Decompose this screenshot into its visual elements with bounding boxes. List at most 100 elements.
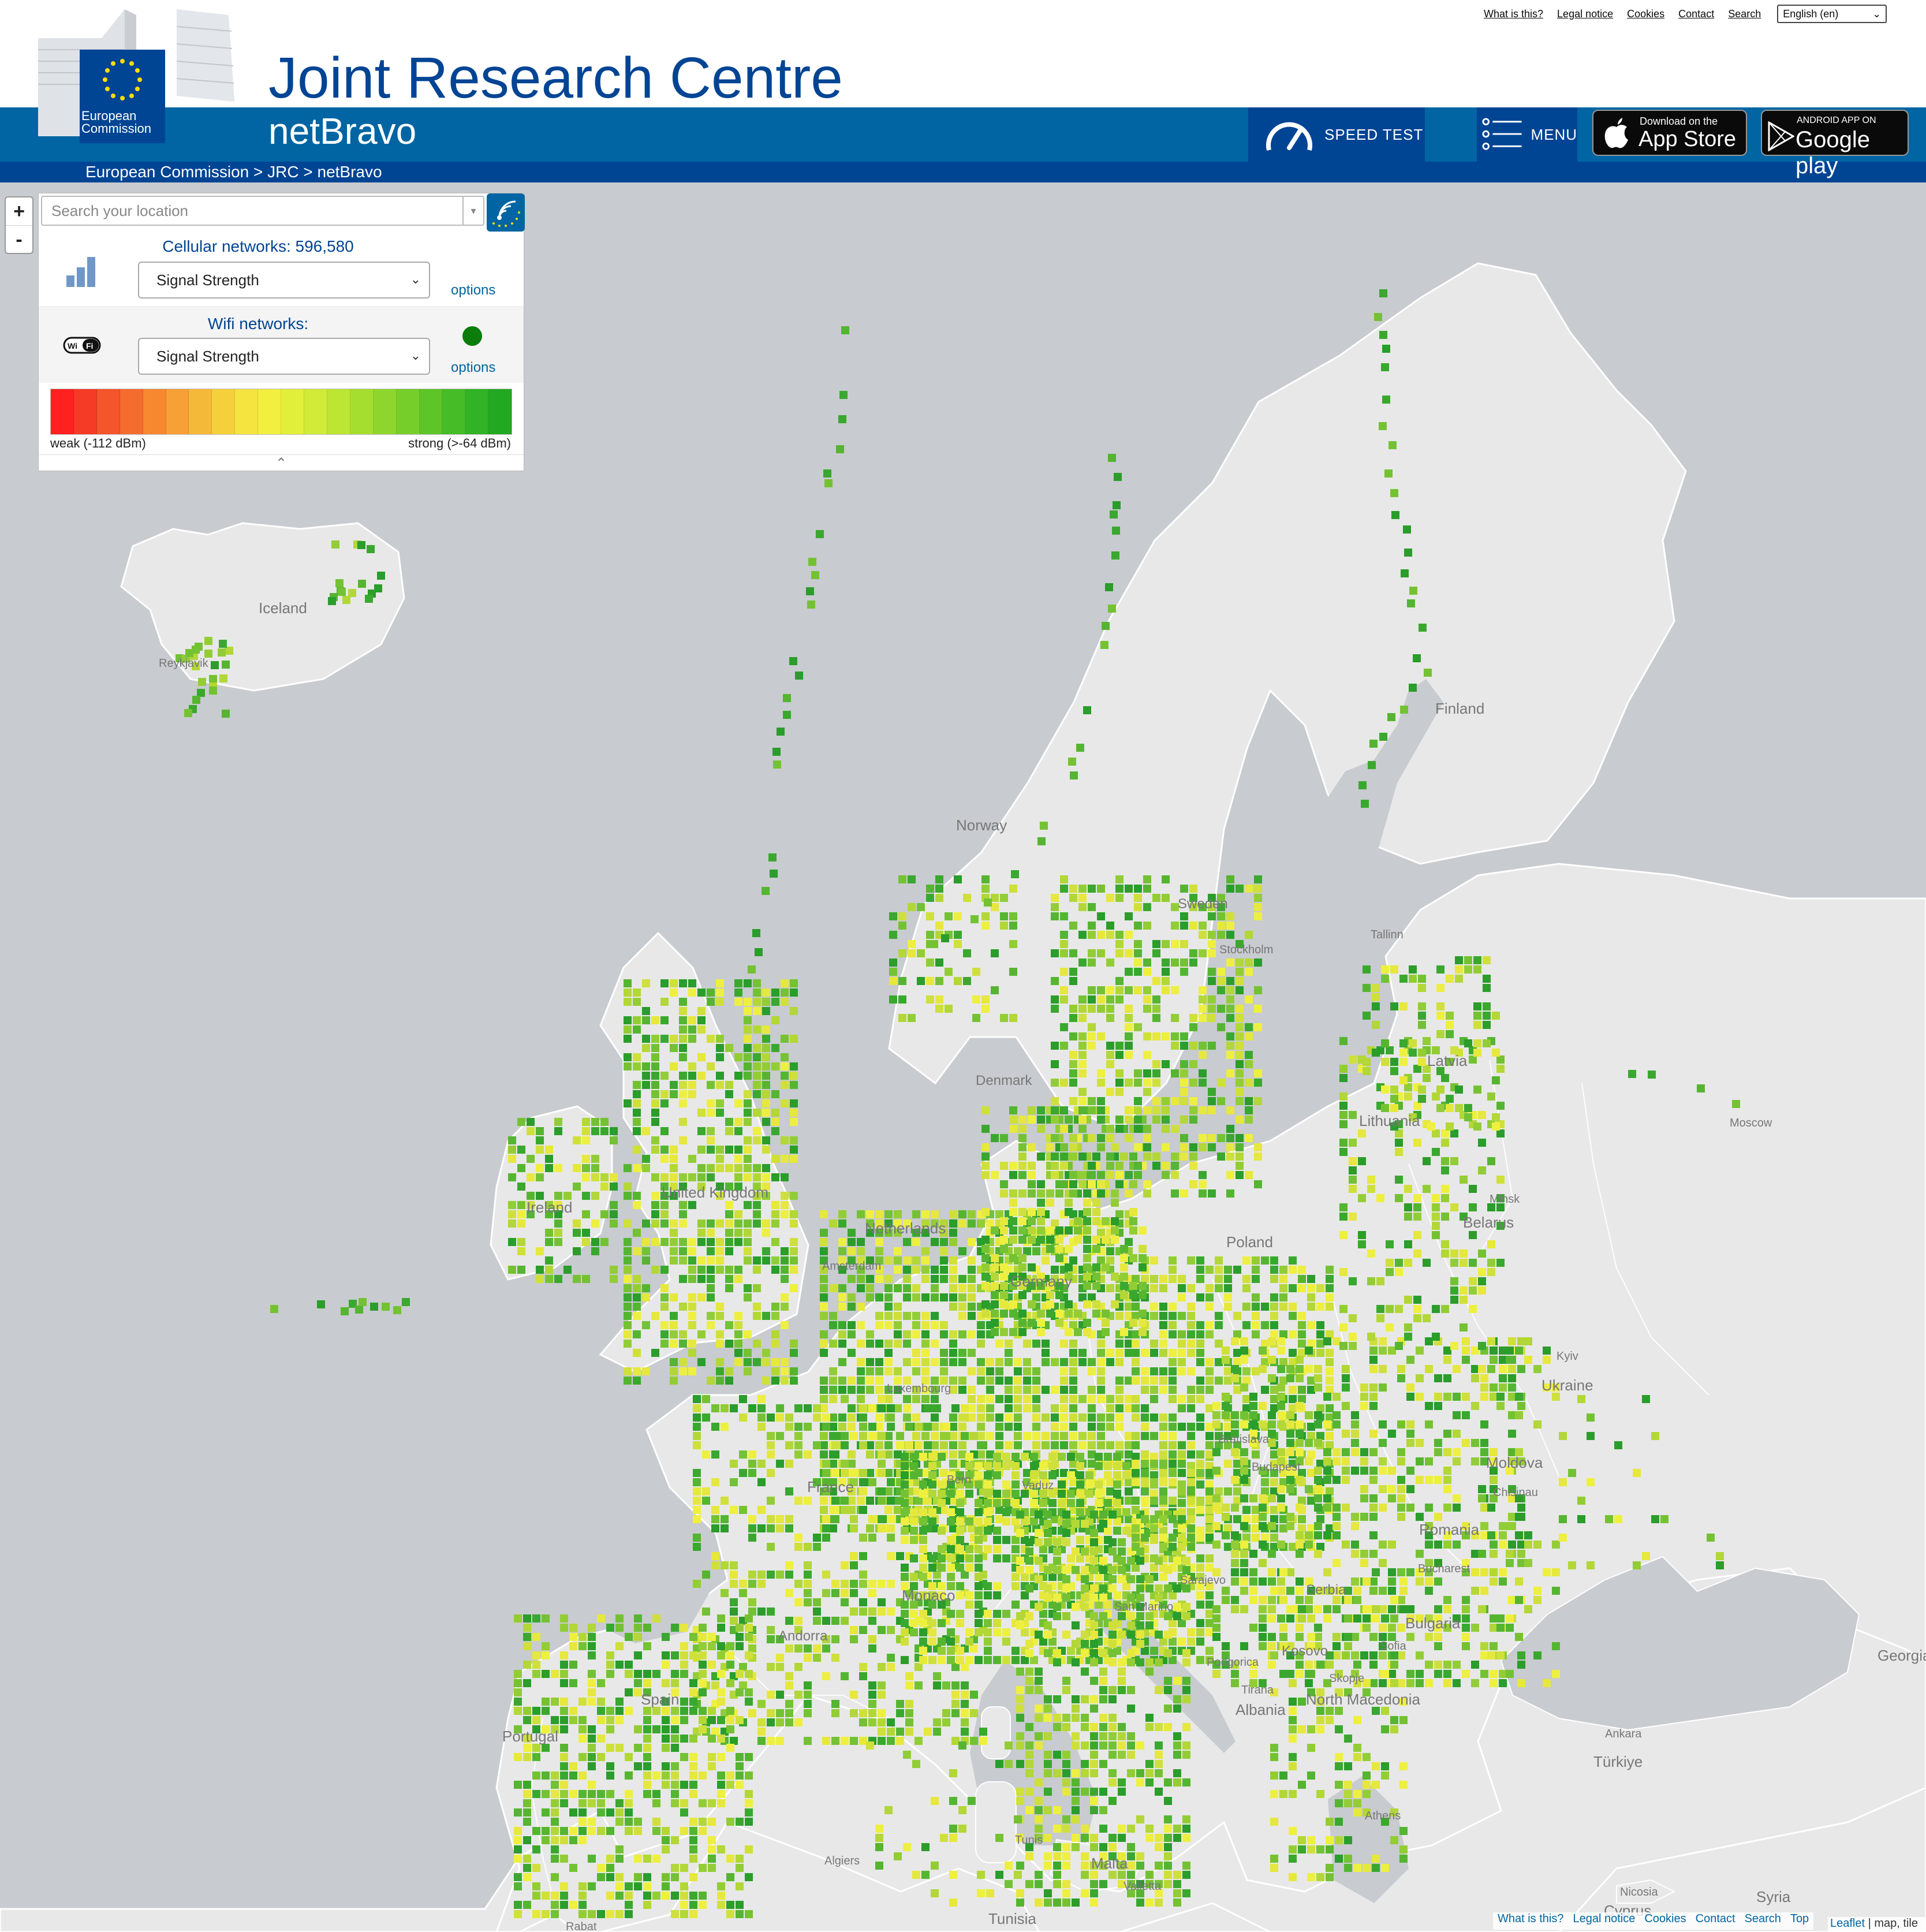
coverage-cell xyxy=(956,1490,964,1498)
coverage-cell xyxy=(1316,1404,1324,1412)
coverage-cell xyxy=(949,1275,957,1283)
coverage-cell xyxy=(1508,1411,1516,1419)
coverage-cell xyxy=(894,1303,902,1311)
coverage-cell xyxy=(878,1626,886,1634)
coverage-cell xyxy=(1471,1457,1479,1465)
coverage-cell xyxy=(1205,1377,1214,1385)
coverage-cell xyxy=(748,1580,756,1588)
coverage-cell xyxy=(776,1571,784,1579)
coverage-cell xyxy=(1118,1677,1126,1685)
coverage-cell xyxy=(921,1312,930,1320)
coverage-cell xyxy=(1009,1217,1017,1225)
speed-test-button[interactable]: SPEED TEST xyxy=(1248,107,1425,162)
coverage-cell xyxy=(745,1688,753,1696)
coverage-cell xyxy=(514,1670,522,1678)
coverage-cell xyxy=(1115,986,1124,994)
app-title[interactable]: netBravo xyxy=(268,110,416,152)
coverage-cell xyxy=(995,1413,1003,1422)
top-link-contact[interactable]: Contact xyxy=(1678,8,1714,20)
coverage-cell xyxy=(578,1892,587,1900)
coverage-cell xyxy=(523,1661,531,1669)
coverage-cell xyxy=(606,1725,614,1733)
coverage-cell xyxy=(767,1543,775,1551)
coverage-cell xyxy=(1115,894,1124,902)
coverage-cell xyxy=(956,1545,964,1553)
coverage-cell xyxy=(1014,1377,1022,1385)
coverage-cell xyxy=(736,1633,744,1641)
coverage-cell xyxy=(991,1282,999,1290)
coverage-cell xyxy=(915,1681,923,1689)
coverage-cell xyxy=(991,1226,999,1234)
top-link-what-is-this[interactable]: What is this? xyxy=(1484,8,1543,20)
coverage-cell xyxy=(615,1808,624,1817)
coverage-cell xyxy=(1178,1469,1186,1477)
coverage-cell xyxy=(956,1527,964,1535)
coverage-cell xyxy=(1069,1386,1077,1394)
coverage-cell xyxy=(1139,1319,1147,1327)
coverage-cell xyxy=(1332,1513,1341,1521)
coverage-cell xyxy=(660,1201,669,1209)
coverage-cell xyxy=(1196,1293,1204,1301)
coverage-cell xyxy=(744,1238,752,1246)
coverage-cell xyxy=(1113,1453,1121,1461)
coverage-cell xyxy=(767,1663,775,1671)
coverage-cell xyxy=(662,1762,670,1770)
coverage-cell xyxy=(958,1377,966,1385)
top-link-cookies[interactable]: Cookies xyxy=(1627,8,1664,20)
coverage-cell xyxy=(878,1709,886,1717)
coverage-cell xyxy=(912,1210,920,1218)
coverage-cell xyxy=(1150,1647,1158,1655)
coverage-cell xyxy=(771,1062,779,1071)
coverage-cell xyxy=(693,1515,701,1523)
top-link-legal-notice[interactable]: Legal notice xyxy=(1557,8,1613,20)
app-store-badge[interactable]: Download on the App Store xyxy=(1592,110,1747,156)
coverage-cell xyxy=(569,1827,577,1835)
coverage-cell xyxy=(878,1395,886,1403)
coverage-cell xyxy=(573,1275,581,1283)
coverage-cell xyxy=(1016,1714,1024,1722)
coverage-cell xyxy=(1088,931,1096,939)
site-title[interactable]: Joint Research Centre xyxy=(268,45,843,111)
coverage-cell xyxy=(1090,1760,1098,1768)
coverage-cell xyxy=(1187,1312,1195,1320)
coverage-cell xyxy=(868,1700,876,1708)
coverage-cell xyxy=(1388,1605,1396,1613)
google-play-badge[interactable]: ANDROID APP ON Google play xyxy=(1761,110,1909,178)
coverage-cell xyxy=(1141,1450,1149,1459)
coverage-cell xyxy=(610,1266,618,1274)
coverage-cell xyxy=(841,1506,849,1514)
coverage-cell xyxy=(1106,958,1114,967)
top-link-search[interactable]: Search xyxy=(1728,8,1761,20)
coverage-cell xyxy=(942,1681,950,1689)
coverage-cell xyxy=(1016,1741,1024,1750)
coverage-cell xyxy=(670,1238,678,1246)
coverage-cell xyxy=(1053,1649,1061,1657)
coverage-cell xyxy=(514,1901,522,1909)
coverage-cell xyxy=(699,1771,707,1780)
coverage-cell xyxy=(634,1614,642,1623)
language-select[interactable]: English (en) ⌄ xyxy=(1777,5,1887,23)
coverage-cell xyxy=(615,1624,624,1632)
coverage-cell xyxy=(1011,1462,1020,1470)
coverage-cell xyxy=(887,1534,895,1542)
coverage-cell xyxy=(1115,1162,1124,1170)
coverage-cell xyxy=(545,1229,553,1237)
coverage-cell xyxy=(1016,1612,1024,1620)
breadcrumb[interactable]: European Commission > JRC > netBravo xyxy=(85,163,382,181)
coverage-cell xyxy=(651,1266,659,1274)
coverage-cell xyxy=(1443,1430,1451,1438)
coverage-cell xyxy=(1074,1217,1082,1225)
coverage-cell xyxy=(670,979,678,987)
coverage-cell xyxy=(514,1614,522,1623)
coverage-cell xyxy=(1178,1534,1186,1542)
coverage-cell xyxy=(1113,1499,1121,1507)
coverage-cell xyxy=(894,1312,902,1320)
coverage-cell xyxy=(1222,1347,1230,1355)
coverage-cell xyxy=(1060,1377,1068,1385)
menu-button[interactable]: MENU xyxy=(1477,107,1577,162)
coverage-cell xyxy=(1416,1577,1424,1586)
coverage-cell xyxy=(905,1441,913,1449)
coverage-cell xyxy=(1069,1321,1077,1329)
coverage-cell xyxy=(866,1450,874,1459)
coverage-cell xyxy=(1305,1485,1313,1493)
